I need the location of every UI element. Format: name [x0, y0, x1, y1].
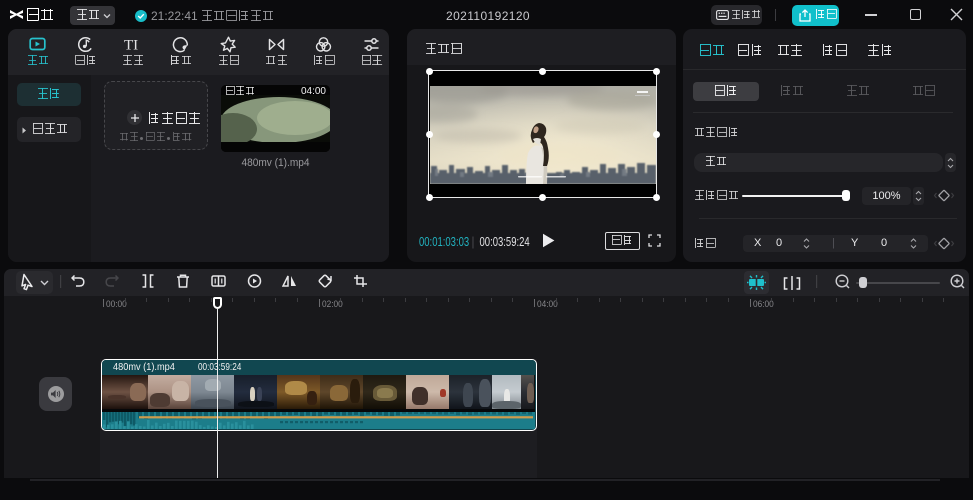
- svg-text:TI: TI: [124, 38, 138, 54]
